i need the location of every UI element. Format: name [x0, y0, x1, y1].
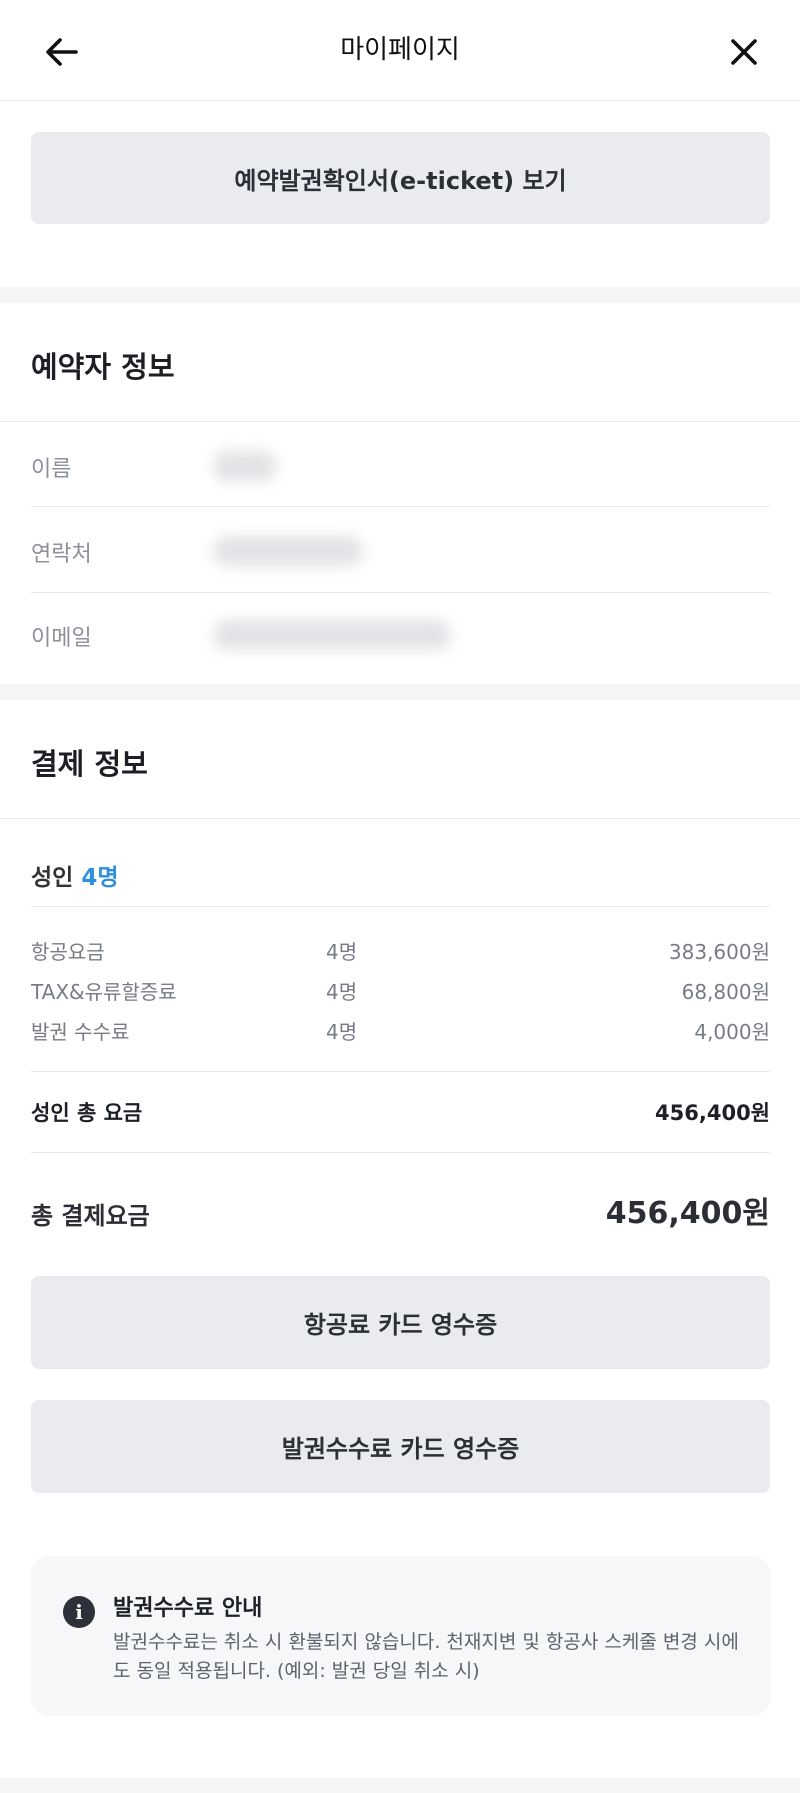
adult-label: 성인 [31, 865, 74, 891]
email-value-redacted [214, 620, 450, 650]
info-icon: i [63, 1596, 95, 1628]
fee-notice-box: i 발권수수료 안내 발권수수료는 취소 시 환불되지 않습니다. 천재지변 및… [31, 1556, 770, 1716]
phone-label: 연락처 [31, 542, 92, 567]
fee-qty: 4명 [326, 940, 358, 964]
divider [31, 506, 770, 507]
divider [0, 421, 800, 422]
adult-total-label: 성인 총 요금 [31, 1101, 143, 1125]
fee-name: 발권 수수료 [31, 1020, 130, 1044]
adult-total-amount: 456,400원 [655, 1101, 770, 1125]
fee-amount: 68,800원 [681, 980, 770, 1004]
view-eticket-button[interactable]: 예약발권확인서(e-ticket) 보기 [31, 132, 770, 224]
fee-name: 항공요금 [31, 940, 105, 964]
fee-qty: 4명 [326, 980, 358, 1004]
fee-name: TAX&유류할증료 [31, 980, 177, 1004]
notice-title: 발권수수료 안내 [113, 1596, 263, 1621]
notice-text: 발권수수료는 취소 시 환불되지 않습니다. 천재지변 및 항공사 스케줄 변경… [113, 1631, 739, 1682]
section-divider [0, 684, 800, 700]
grand-total-label: 총 결제요금 [31, 1202, 150, 1230]
divider [31, 906, 770, 907]
payment-info-title: 결제 정보 [31, 747, 148, 781]
divider [31, 1152, 770, 1153]
fee-card-receipt-button[interactable]: 발권수수료 카드 영수증 [31, 1400, 770, 1493]
fee-amount: 383,600원 [668, 940, 770, 964]
adult-count-number: 4명 [81, 865, 119, 891]
airfare-card-receipt-button[interactable]: 항공료 카드 영수증 [31, 1276, 770, 1369]
phone-value-redacted [214, 536, 362, 566]
close-button[interactable] [722, 30, 766, 74]
name-value-redacted [214, 451, 276, 481]
fee-amount: 4,000원 [694, 1020, 770, 1044]
section-divider [0, 287, 800, 303]
top-app-bar: 마이페이지 [0, 0, 800, 101]
booker-info-title: 예약자 정보 [31, 350, 175, 384]
page-title: 마이페이지 [340, 35, 460, 65]
divider [31, 1071, 770, 1072]
close-icon [731, 39, 757, 65]
divider [31, 592, 770, 593]
email-label: 이메일 [31, 626, 92, 651]
fee-qty: 4명 [326, 1020, 358, 1044]
divider [0, 818, 800, 819]
grand-total-amount: 456,400원 [605, 1196, 770, 1231]
name-label: 이름 [31, 457, 72, 482]
adult-count: 성인 4명 [31, 858, 119, 892]
section-divider [0, 1778, 800, 1793]
